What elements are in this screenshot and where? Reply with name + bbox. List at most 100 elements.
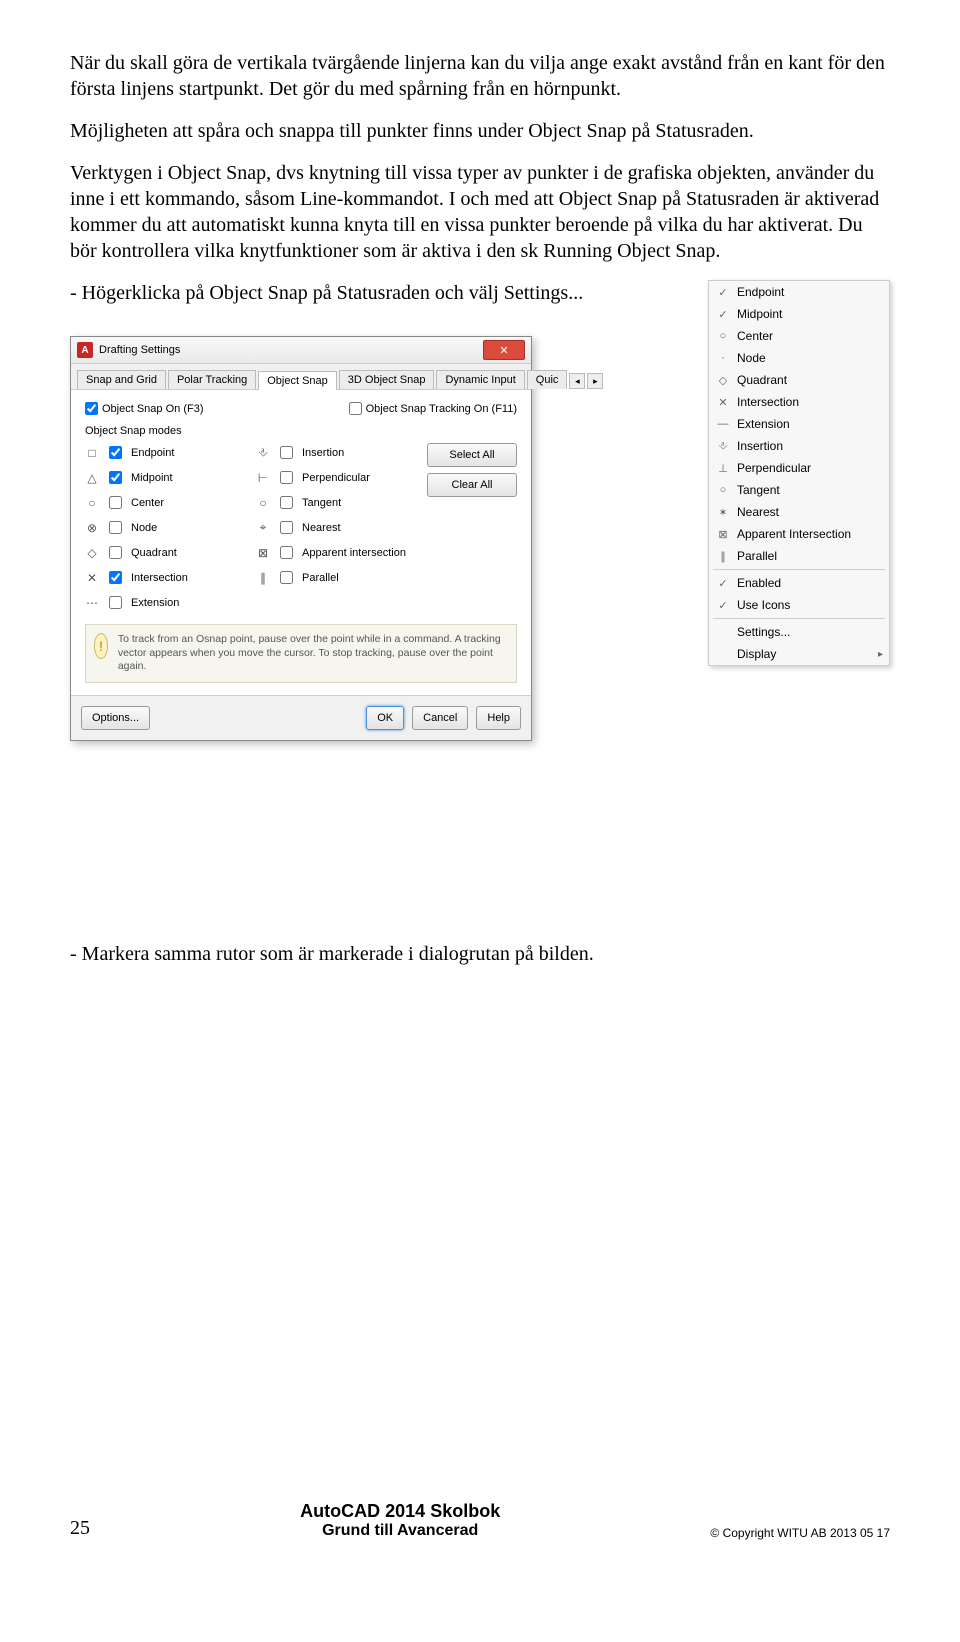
menu-item-icon: ∥ xyxy=(715,550,731,563)
context-menu-item[interactable]: ⊠Apparent Intersection xyxy=(709,523,889,545)
snap-mode-row: ⊠ Apparent intersection xyxy=(256,543,417,562)
context-menu-item[interactable]: ⊥Perpendicular xyxy=(709,457,889,479)
menu-item-icon: ✶ xyxy=(715,506,731,519)
osnap-tracking-checkbox[interactable] xyxy=(349,402,362,415)
osnap-tracking-label: Object Snap Tracking On (F11) xyxy=(366,403,517,415)
tab-polar-tracking[interactable]: Polar Tracking xyxy=(168,370,256,389)
snap-mode-checkbox[interactable] xyxy=(109,496,122,509)
snap-symbol-icon: ⊗ xyxy=(85,521,99,535)
snap-mode-row: ⌖Nearest xyxy=(256,518,417,537)
snap-mode-row: ◇Quadrant xyxy=(85,543,246,562)
context-menu-item[interactable]: ·Node xyxy=(709,347,889,369)
tab-scroll-left[interactable]: ◂ xyxy=(569,373,585,389)
snap-mode-label: Center xyxy=(131,497,164,509)
snap-mode-checkbox[interactable] xyxy=(280,521,293,534)
snap-mode-checkbox[interactable] xyxy=(280,571,293,584)
snap-symbol-icon: ⎀ xyxy=(256,445,270,460)
snap-mode-label: Endpoint xyxy=(131,447,174,459)
snap-symbol-icon: △ xyxy=(85,471,99,485)
tab-object-snap[interactable]: Object Snap xyxy=(258,371,337,390)
group-label: Object Snap modes xyxy=(85,425,517,437)
ok-button[interactable]: OK xyxy=(366,706,404,730)
page-footer: 25 AutoCAD 2014 Skolbok Grund till Avanc… xyxy=(70,1501,890,1540)
menu-item-label: Endpoint xyxy=(737,285,784,299)
snap-symbol-icon: ⊠ xyxy=(256,546,270,560)
context-menu-item[interactable]: ✕Intersection xyxy=(709,391,889,413)
menu-item-icon: ◇ xyxy=(715,374,731,387)
snap-mode-row: ⊢ Perpendicular xyxy=(256,468,417,487)
context-menu-use-icons[interactable]: ✓Use Icons xyxy=(709,594,889,616)
select-all-button[interactable]: Select All xyxy=(427,443,517,467)
tip-text: To track from an Osnap point, pause over… xyxy=(118,633,508,674)
clear-all-button[interactable]: Clear All xyxy=(427,473,517,497)
osnap-on-checkbox[interactable] xyxy=(85,402,98,415)
snap-symbol-icon: ⌖ xyxy=(256,520,270,535)
chevron-right-icon: ▸ xyxy=(878,649,883,660)
snap-mode-checkbox[interactable] xyxy=(109,521,122,534)
menu-item-icon: · xyxy=(715,352,731,364)
snap-mode-row: ⋯Extension xyxy=(85,593,246,612)
context-menu-display[interactable]: Display ▸ xyxy=(709,643,889,665)
snap-mode-checkbox[interactable] xyxy=(109,446,122,459)
context-menu-item[interactable]: ⎀Insertion xyxy=(709,435,889,457)
snap-mode-label: Perpendicular xyxy=(302,472,370,484)
snap-mode-checkbox[interactable] xyxy=(280,446,293,459)
context-menu-item[interactable]: ✓Midpoint xyxy=(709,303,889,325)
help-button[interactable]: Help xyxy=(476,706,521,730)
tab-dynamic-input[interactable]: Dynamic Input xyxy=(436,370,524,389)
body-paragraph: När du skall göra de vertikala tvärgåend… xyxy=(70,50,890,102)
context-menu-enabled[interactable]: ✓Enabled xyxy=(709,572,889,594)
menu-item-icon: ✕ xyxy=(715,396,731,409)
tab-snap-grid[interactable]: Snap and Grid xyxy=(77,370,166,389)
snap-mode-label: Intersection xyxy=(131,572,188,584)
dialog-title: Drafting Settings xyxy=(99,344,483,356)
snap-mode-checkbox[interactable] xyxy=(280,471,293,484)
lightbulb-icon: ! xyxy=(94,633,108,659)
snap-mode-label: Apparent intersection xyxy=(302,547,406,559)
check-icon: ✓ xyxy=(715,599,731,612)
context-menu-item[interactable]: ○Center xyxy=(709,325,889,347)
menu-item-icon: — xyxy=(715,418,731,430)
snap-symbol-icon: ⊢ xyxy=(256,471,270,485)
snap-mode-label: Midpoint xyxy=(131,472,173,484)
snap-mode-checkbox[interactable] xyxy=(280,496,293,509)
tab-quick[interactable]: Quic xyxy=(527,370,568,389)
context-menu-item[interactable]: ∥Parallel xyxy=(709,545,889,567)
osnap-on-check[interactable]: Object Snap On (F3) xyxy=(85,402,204,415)
snap-mode-row: ⎀Insertion xyxy=(256,443,417,462)
snap-mode-row: ✕ Intersection xyxy=(85,568,246,587)
snap-mode-checkbox[interactable] xyxy=(109,596,122,609)
snap-mode-row: ∥Parallel xyxy=(256,568,417,587)
snap-symbol-icon: ◇ xyxy=(85,546,99,560)
tab-scroll-right[interactable]: ▸ xyxy=(587,373,603,389)
snap-mode-label: Node xyxy=(131,522,157,534)
snap-mode-row: △ Midpoint xyxy=(85,468,246,487)
context-menu-settings[interactable]: Settings... xyxy=(709,621,889,643)
tab-3d-object-snap[interactable]: 3D Object Snap xyxy=(339,370,435,389)
snap-mode-checkbox[interactable] xyxy=(109,546,122,559)
context-menu-item[interactable]: ◇ Quadrant xyxy=(709,369,889,391)
menu-item-label: Tangent xyxy=(737,483,780,497)
snap-mode-checkbox[interactable] xyxy=(280,546,293,559)
cancel-button[interactable]: Cancel xyxy=(412,706,468,730)
footer-title: AutoCAD 2014 Skolbok xyxy=(300,1501,500,1522)
snap-mode-checkbox[interactable] xyxy=(109,571,122,584)
menu-item-label: Quadrant xyxy=(737,373,787,387)
close-button[interactable]: ✕ xyxy=(483,340,525,360)
snap-symbol-icon: ✕ xyxy=(85,571,99,585)
menu-item-label: Display xyxy=(737,647,776,661)
options-button[interactable]: Options... xyxy=(81,706,150,730)
snap-mode-row: ○Tangent xyxy=(256,493,417,512)
context-menu-item[interactable]: ✶Nearest xyxy=(709,501,889,523)
snap-symbol-icon: ∥ xyxy=(256,571,270,585)
osnap-context-menu: ✓Endpoint✓Midpoint○Center·Node◇Quadrant✕… xyxy=(708,280,890,666)
context-menu-item[interactable]: ✓Endpoint xyxy=(709,281,889,303)
menu-item-label: Insertion xyxy=(737,439,783,453)
snap-mode-checkbox[interactable] xyxy=(109,471,122,484)
body-paragraph: Verktygen i Object Snap, dvs knytning ti… xyxy=(70,160,890,264)
context-menu-item[interactable]: —Extension xyxy=(709,413,889,435)
osnap-tracking-check[interactable]: Object Snap Tracking On (F11) xyxy=(349,402,517,415)
osnap-on-label: Object Snap On (F3) xyxy=(102,403,204,415)
context-menu-item[interactable]: ○Tangent xyxy=(709,479,889,501)
menu-item-label: Apparent Intersection xyxy=(737,527,851,541)
